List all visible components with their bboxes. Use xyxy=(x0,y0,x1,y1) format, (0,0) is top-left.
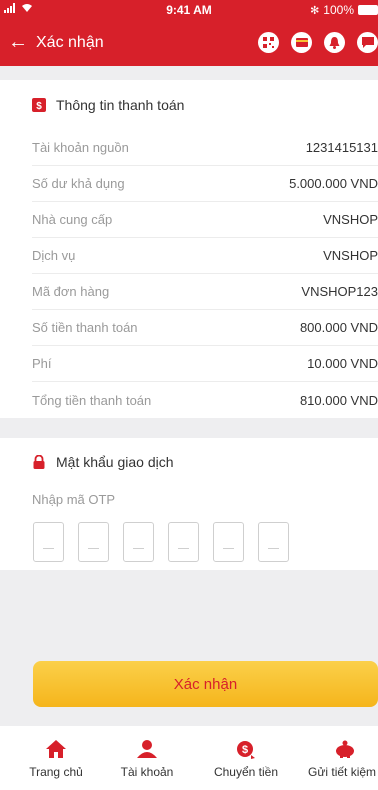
info-row: Tổng tiền thanh toán 810.000 VND xyxy=(32,382,378,418)
password-header: Mật khẩu giao dịch xyxy=(0,438,378,486)
confirm-button[interactable]: Xác nhận xyxy=(33,661,378,707)
page-title: Xác nhận xyxy=(36,34,104,51)
content: $ Thông tin thanh toán Tài khoản nguồn 12… xyxy=(0,66,378,570)
message-icon[interactable] xyxy=(357,32,378,53)
row-label: Tổng tiền thanh toán xyxy=(32,392,152,408)
battery-percent: 100% xyxy=(323,3,354,17)
money-transfer-icon: $ xyxy=(235,739,257,759)
home-icon xyxy=(45,739,67,759)
user-icon xyxy=(136,739,158,759)
status-bar: 9:41 AM ✻ 100% xyxy=(0,0,378,20)
info-row: Số dư khả dụng 5.000.000 VND xyxy=(32,166,378,202)
password-title: Mật khẩu giao dịch xyxy=(56,454,174,470)
piggy-bank-icon xyxy=(334,739,356,759)
battery-icon xyxy=(358,5,378,15)
dollar-icon: $ xyxy=(32,98,46,112)
card-icon[interactable] xyxy=(291,32,312,53)
otp-digit-input[interactable] xyxy=(168,522,199,562)
nav-bar: ← Xác nhận xyxy=(0,20,378,66)
row-label: Mã đơn hàng xyxy=(32,284,110,299)
header-actions xyxy=(258,32,378,53)
otp-label: Nhập mã OTP xyxy=(32,491,116,507)
row-label: Dịch vụ xyxy=(32,248,76,263)
otp-input-group xyxy=(0,512,378,570)
back-arrow-icon[interactable]: ← xyxy=(8,32,28,52)
tab-account[interactable]: Tài khoản xyxy=(117,726,177,790)
row-value: 810.000 VND xyxy=(299,392,378,408)
tab-label: Chuyển tiền xyxy=(213,765,279,779)
otp-digit-input[interactable] xyxy=(33,522,64,562)
password-section: Mật khẩu giao dịch Nhập mã OTP xyxy=(0,438,378,570)
tab-bar: Trang chủ Tài khoản $ Chuyển tiền Gửi ti… xyxy=(0,726,378,790)
qr-code-icon[interactable] xyxy=(258,32,279,53)
row-value: 800.000 VND xyxy=(299,320,378,335)
row-label: Tài khoản nguồn xyxy=(32,140,129,155)
tab-label: Trang chủ xyxy=(29,765,83,779)
svg-text:$: $ xyxy=(242,744,248,756)
tab-home[interactable]: Trang chủ xyxy=(29,726,83,790)
payment-info-title: Thông tin thanh toán xyxy=(56,97,185,113)
row-label: Số dư khả dụng xyxy=(32,176,125,191)
payment-info-section: $ Thông tin thanh toán Tài khoản nguồn 12… xyxy=(0,80,378,418)
row-value: 10.000 VND xyxy=(307,356,378,371)
payment-info-header: $ Thông tin thanh toán xyxy=(0,80,378,130)
row-label: Phí xyxy=(32,356,52,371)
otp-digit-input[interactable] xyxy=(213,522,244,562)
row-label: Số tiền thanh toán xyxy=(32,320,138,335)
info-row: Mã đơn hàng VNSHOP123 xyxy=(32,274,378,310)
tab-transfer[interactable]: $ Chuyển tiền xyxy=(207,726,285,790)
row-value: VNSHOP xyxy=(323,212,378,227)
lock-icon xyxy=(33,455,45,469)
info-row: Nhà cung cấp VNSHOP xyxy=(32,202,378,238)
otp-digit-input[interactable] xyxy=(258,522,289,562)
row-value: VNSHOP123 xyxy=(301,284,378,299)
tab-label: Tài khoản xyxy=(120,765,174,779)
otp-digit-input[interactable] xyxy=(123,522,154,562)
tab-label: Gửi tiết kiệm xyxy=(308,765,377,779)
tab-savings[interactable]: Gửi tiết kiệm xyxy=(308,726,378,790)
row-value: VNSHOP xyxy=(323,248,378,263)
info-row: Dịch vụ VNSHOP xyxy=(32,238,378,274)
bluetooth-icon: ✻ xyxy=(310,4,320,17)
info-row: Tài khoản nguồn 1231415131 xyxy=(32,130,378,166)
info-row: Số tiền thanh toán 800.000 VND xyxy=(32,310,378,346)
row-value: 5.000.000 VND xyxy=(289,176,378,191)
row-label: Nhà cung cấp xyxy=(32,212,113,227)
svg-text:$: $ xyxy=(36,101,42,112)
otp-digit-input[interactable] xyxy=(78,522,109,562)
bell-icon[interactable] xyxy=(324,32,345,53)
info-row: Phí 10.000 VND xyxy=(32,346,378,382)
row-value: 1231415131 xyxy=(305,140,378,155)
